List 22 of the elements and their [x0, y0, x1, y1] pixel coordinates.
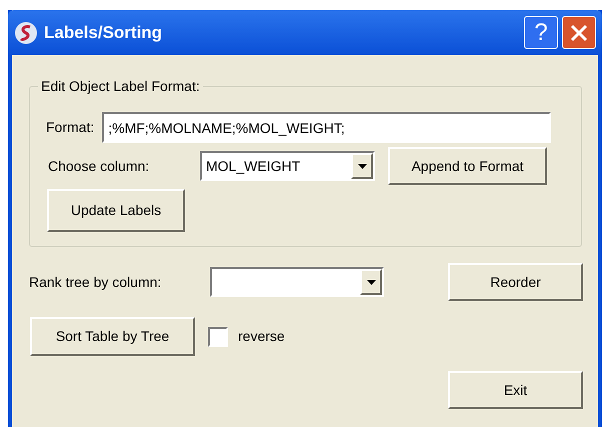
caret-down-icon — [366, 280, 376, 284]
reorder-button[interactable]: Reorder — [448, 263, 583, 301]
append-to-format-button[interactable]: Append to Format — [388, 147, 547, 185]
app-logo-icon — [14, 20, 38, 44]
dropdown-arrow-button[interactable] — [360, 269, 382, 295]
rank-column-dropdown[interactable] — [210, 267, 384, 297]
close-button[interactable] — [562, 16, 596, 49]
exit-button[interactable]: Exit — [448, 371, 583, 409]
update-labels-button[interactable]: Update Labels — [47, 189, 185, 232]
sort-table-by-tree-button[interactable]: Sort Table by Tree — [30, 317, 195, 356]
help-button[interactable]: ? — [524, 16, 558, 49]
format-label: Format: — [46, 118, 94, 137]
caret-down-icon — [358, 164, 366, 168]
reverse-label: reverse — [238, 327, 285, 346]
choose-column-label: Choose column: — [48, 156, 150, 176]
column-dropdown[interactable]: MOL_WEIGHT — [200, 151, 375, 181]
window-title: Labels/Sorting — [44, 22, 164, 44]
rank-tree-label: Rank tree by column: — [29, 272, 162, 292]
format-input-field[interactable]: ;%MF;%MOLNAME;%MOL_WEIGHT; — [102, 112, 552, 143]
dropdown-arrow-button[interactable] — [351, 153, 373, 179]
reverse-checkbox[interactable] — [208, 326, 228, 346]
close-icon — [570, 24, 588, 42]
